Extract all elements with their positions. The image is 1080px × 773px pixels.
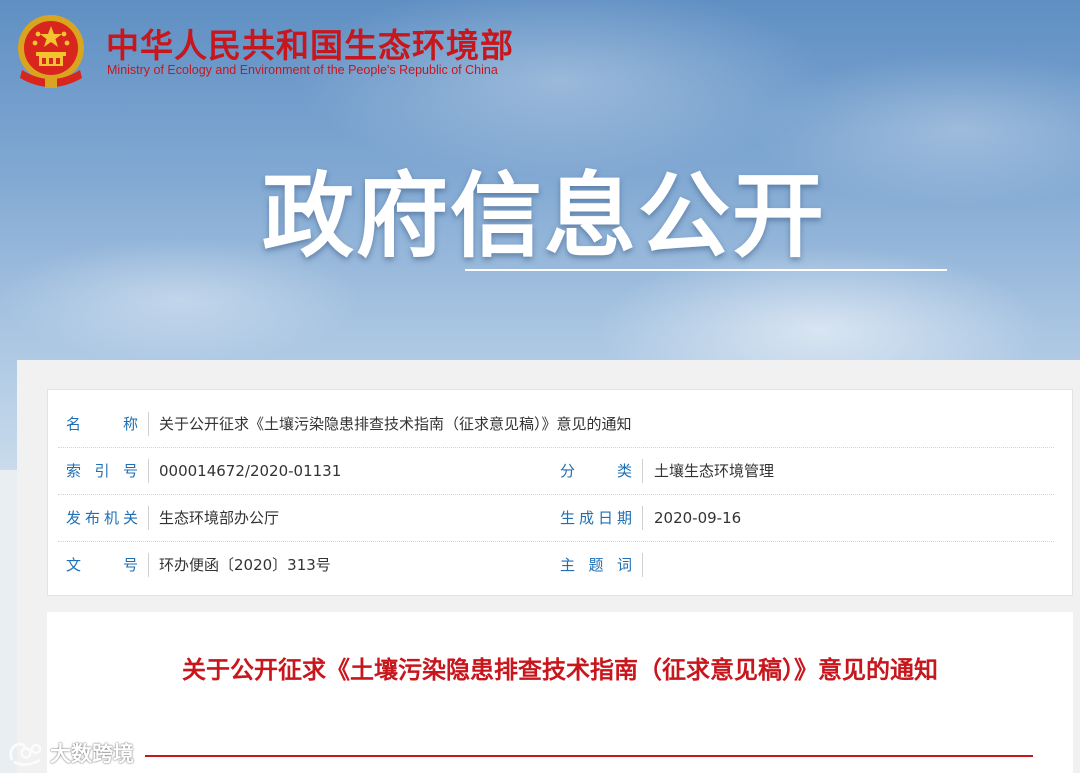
banner-title: 政府信息公开 — [262, 163, 827, 270]
index-label: 索引号 — [66, 462, 138, 480]
org-name-en[interactable]: Ministry of Ecology and Environment of t… — [107, 63, 498, 77]
date-value: 2020-09-16 — [654, 509, 742, 527]
article-body: 关于公开征求《土壤污染隐患排查技术指南（征求意见稿）》意见的通知 — [47, 612, 1073, 773]
date-label: 生成日期 — [560, 509, 632, 527]
watermark: 大数跨境 — [6, 738, 134, 768]
divider — [642, 506, 643, 530]
docno-label: 文号 — [66, 556, 138, 574]
meta-row-name: 名称 关于公开征求《土壤污染隐患排查技术指南（征求意见稿）》意见的通知 — [58, 401, 1054, 448]
topic-label: 主题词 — [560, 556, 632, 574]
divider — [642, 553, 643, 577]
weibo-like-logo-icon — [9, 742, 42, 766]
banner-divider — [465, 269, 947, 271]
docno-value: 环办便函〔2020〕313号 — [159, 556, 331, 574]
issuer-value: 生态环境部办公厅 — [159, 509, 280, 527]
watermark-text: 大数跨境 — [50, 742, 134, 766]
category-label: 分类 — [560, 462, 632, 480]
divider — [148, 412, 149, 436]
divider — [148, 506, 149, 530]
article-title: 关于公开征求《土壤污染隐患排查技术指南（征求意见稿）》意见的通知 — [182, 656, 938, 684]
national-emblem-icon — [18, 15, 84, 88]
divider — [148, 553, 149, 577]
article-title-divider — [145, 755, 1033, 757]
issuer-label: 发布机关 — [66, 509, 138, 527]
name-label: 名称 — [66, 415, 138, 433]
name-value: 关于公开征求《土壤污染隐患排查技术指南（征求意见稿）》意见的通知 — [159, 415, 632, 433]
index-value: 000014672/2020-01131 — [159, 462, 342, 480]
org-name-cn[interactable]: 中华人民共和国生态环境部 — [106, 19, 514, 67]
meta-row-issuer: 发布机关 生态环境部办公厅 生成日期 2020-09-16 — [58, 495, 1054, 542]
divider — [642, 459, 643, 483]
metadata-table: 名称 关于公开征求《土壤污染隐患排查技术指南（征求意见稿）》意见的通知 索引号 … — [47, 389, 1073, 596]
meta-row-docno: 文号 环办便函〔2020〕313号 主题词 — [58, 542, 1054, 589]
meta-row-index: 索引号 000014672/2020-01131 分类 土壤生态环境管理 — [58, 448, 1054, 495]
divider — [148, 459, 149, 483]
category-value: 土壤生态环境管理 — [654, 462, 775, 480]
